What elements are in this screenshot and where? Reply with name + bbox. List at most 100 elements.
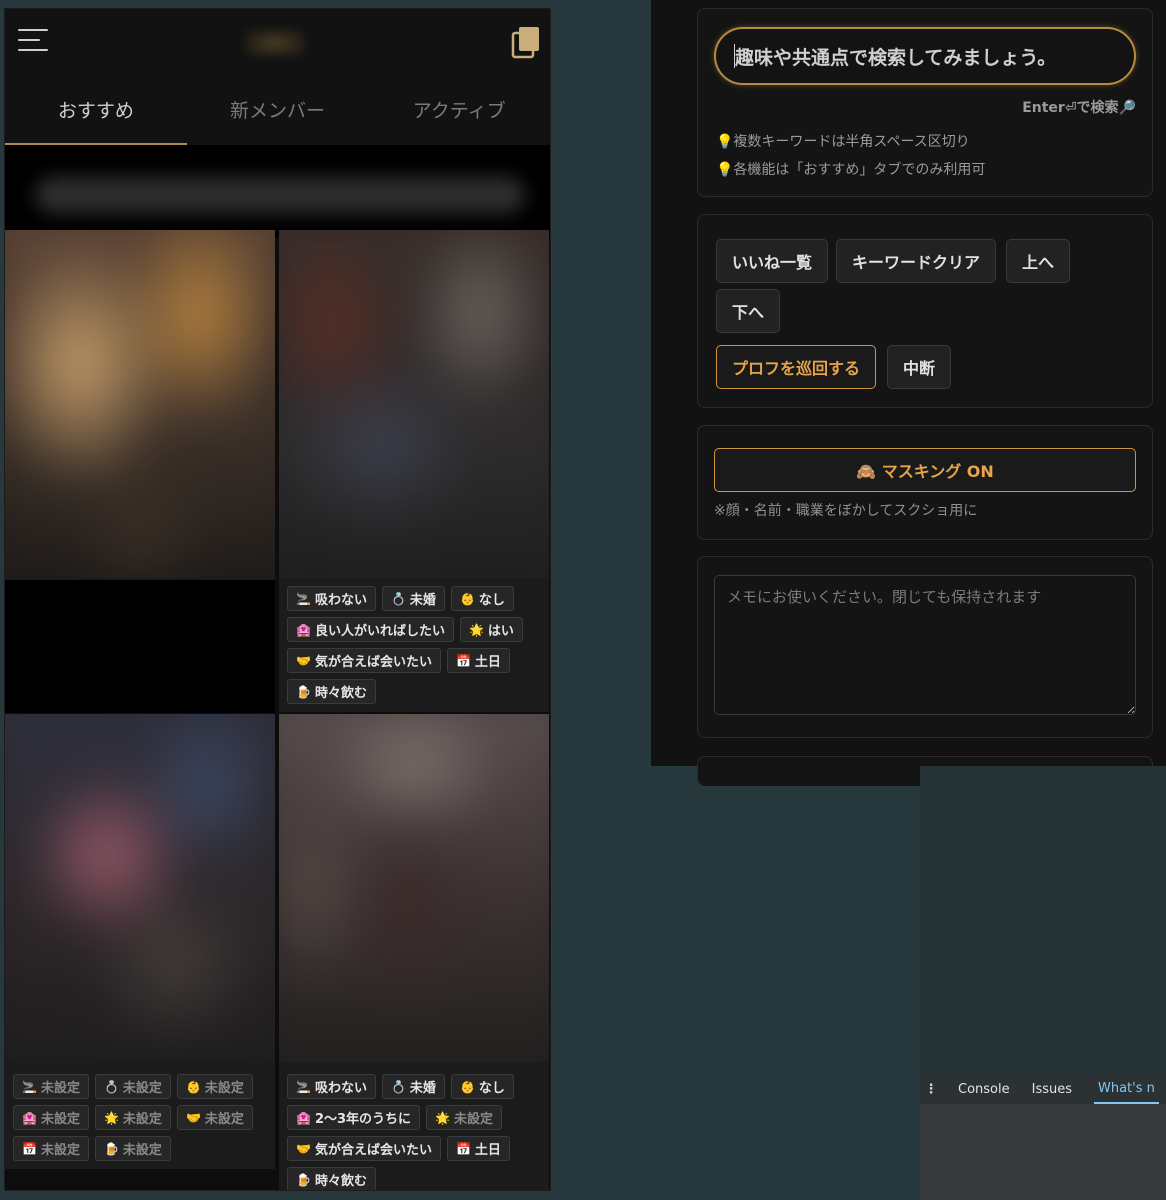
tab-active[interactable]: アクティブ (368, 73, 550, 145)
tag-icon: 🤝 (296, 653, 311, 668)
tag-label: 吸わない (314, 1081, 367, 1096)
tag-label: 時々飲む (314, 686, 367, 701)
likes-list-button[interactable]: いいね一覧 (716, 239, 829, 283)
profile-tag: 📅 未設定 (13, 1136, 89, 1161)
scroll-down-button[interactable]: 下へ (716, 289, 781, 333)
memo-section (697, 556, 1153, 738)
profile-card[interactable]: 🚬 吸わない 💍 未婚 👶 なし 🏩 2〜3年のうちに 🌟 未設定 🤝 気が合えば会いたい 📅 土日 🍺 時々… (279, 714, 549, 1190)
profile-tag: 🏩 未設定 (13, 1105, 89, 1130)
card-tag-list: 🚬 未設定 💍 未設定 👶 未設定 🏩 未設定 🌟 未設定 🤝 未設定 📅 未設定 🍺 未設定 (13, 1074, 271, 1161)
tag-icon: 🏩 (22, 1110, 37, 1125)
card-empty-area (5, 580, 275, 713)
devtools-tab-bar: ⋮ Console Issues What's n (920, 1074, 1166, 1104)
tag-icon: 🚬 (296, 591, 311, 606)
tag-icon: 📅 (22, 1141, 37, 1156)
profile-photo (5, 230, 275, 578)
profile-tag: 🤝 気が合えば会いたい (287, 648, 441, 673)
tag-label: 気が合えば会いたい (314, 655, 432, 670)
tip-keywords: 💡複数キーワードは半角スペース区切り (716, 134, 970, 150)
tag-icon: 🍺 (103, 1141, 119, 1156)
profile-tag: 👶 未設定 (176, 1074, 253, 1099)
profile-tag: 💍 未婚 (381, 586, 445, 611)
enter-search-hint: Enter⏎で検索🔎 (1022, 100, 1136, 116)
hamburger-menu-icon[interactable] (18, 29, 50, 53)
app-window: おすすめ 新メンバー アクティブ 🚬 吸わない 💍 未婚 👶 なし 🏩 良い人がいればしたい 🌟… (4, 8, 551, 1191)
scroll-up-button[interactable]: 上へ (1006, 239, 1071, 283)
tag-label: 未設定 (122, 1112, 162, 1127)
keyword-search-input[interactable]: 趣味や共通点で検索してみましょう。 (714, 27, 1136, 85)
profile-tag: 💍 未婚 (381, 1074, 445, 1099)
tag-label: 2〜3年のうちに (314, 1112, 412, 1127)
tag-label: 未婚 (409, 593, 436, 608)
profile-tag: 🌟 はい (459, 617, 523, 642)
tag-label: 未設定 (454, 1112, 494, 1127)
tag-label: 土日 (474, 1143, 501, 1158)
tag-icon: 👶 (185, 1079, 201, 1094)
tag-icon: 📅 (455, 653, 471, 668)
tag-icon: 🍺 (296, 684, 311, 699)
profile-tag: 📅 土日 (446, 1136, 510, 1161)
tag-label: はい (487, 624, 514, 639)
profile-tag: 🚬 吸わない (287, 586, 376, 611)
profile-photo (279, 714, 549, 1062)
tag-label: 未設定 (40, 1112, 80, 1127)
tab-bar: おすすめ 新メンバー アクティブ (5, 73, 550, 145)
devtools-tab-issues[interactable]: Issues (1032, 1082, 1072, 1097)
tab-recommended[interactable]: おすすめ (5, 73, 187, 145)
patrol-profiles-button[interactable]: プロフを巡回する (716, 345, 877, 389)
controls-section: いいね一覧 キーワードクリア 上へ 下へ プロフを巡回する 中断 (697, 214, 1153, 408)
tag-icon: 💍 (103, 1079, 119, 1094)
profile-tag: 🌟 未設定 (426, 1105, 503, 1130)
devtools-panel (920, 1104, 1166, 1200)
devtools-menu-icon[interactable]: ⋮ (920, 1082, 942, 1097)
profile-tag: 🏩 良い人がいればしたい (287, 617, 454, 642)
masking-section: 🙈 マスキング ON ※顔・名前・職業をぼかしてスクショ用に (697, 425, 1153, 540)
card-tag-list: 🚬 吸わない 💍 未婚 👶 なし 🏩 良い人がいればしたい 🌟 はい 🤝 気が合えば会いたい 📅 土日 🍺 時… (287, 586, 545, 704)
profile-tag: 🚬 未設定 (13, 1074, 89, 1099)
profile-photo (5, 714, 275, 1062)
copy-icon[interactable] (510, 25, 542, 61)
tag-label: 吸わない (314, 593, 367, 608)
profile-tag: 🏩 2〜3年のうちに (287, 1105, 421, 1130)
profile-tag: 🤝 気が合えば会いたい (287, 1136, 441, 1161)
profile-card[interactable]: 🚬 吸わない 💍 未婚 👶 なし 🏩 良い人がいればしたい 🌟 はい 🤝 気が合えば会いたい 📅 土日 🍺 時… (279, 230, 549, 712)
tag-icon: 🌟 (435, 1110, 450, 1125)
tag-icon: 🤝 (185, 1110, 201, 1125)
profile-tag: 👶 なし (450, 586, 514, 611)
memo-textarea[interactable] (714, 575, 1136, 715)
tag-icon: 📅 (455, 1141, 471, 1156)
profile-tag: 👶 なし (450, 1074, 514, 1099)
tag-label: 未設定 (40, 1143, 80, 1158)
tag-icon: 👶 (459, 1079, 475, 1094)
tag-icon: 🍺 (296, 1172, 311, 1187)
tag-label: 土日 (474, 655, 501, 670)
stop-button[interactable]: 中断 (887, 345, 952, 389)
tag-icon: 🌟 (103, 1110, 119, 1125)
devtools-tab-console[interactable]: Console (958, 1082, 1010, 1097)
tip-tab-only: 💡各機能は「おすすめ」タブでのみ利用可 (716, 162, 986, 178)
profile-tag: 🌟 未設定 (94, 1105, 171, 1130)
devtools-tab-whats-new[interactable]: What's n (1094, 1074, 1159, 1104)
tab-new-members[interactable]: 新メンバー (187, 73, 369, 145)
masking-note: ※顔・名前・職業をぼかしてスクショ用に (714, 503, 978, 519)
banner (5, 145, 550, 238)
profile-card[interactable] (5, 230, 275, 580)
tag-label: 未設定 (204, 1081, 244, 1096)
profile-tag: 🍺 未設定 (94, 1136, 171, 1161)
tag-label: 未設定 (204, 1112, 244, 1127)
app-header (5, 9, 550, 73)
profile-tag: 🤝 未設定 (176, 1105, 253, 1130)
profile-card[interactable]: 🚬 未設定 💍 未設定 👶 未設定 🏩 未設定 🌟 未設定 🤝 未設定 📅 未設定 🍺 未設定 (5, 714, 275, 1169)
tag-icon: 🏩 (296, 622, 311, 637)
masking-toggle-button[interactable]: 🙈 マスキング ON (714, 448, 1136, 492)
keyword-clear-button[interactable]: キーワードクリア (836, 239, 997, 283)
tag-label: 気が合えば会いたい (314, 1143, 432, 1158)
extension-panel: 趣味や共通点で検索してみましょう。 Enter⏎で検索🔎 💡複数キーワードは半角… (651, 0, 1166, 786)
profile-tag: 🍺 時々飲む (287, 1167, 376, 1190)
tag-label: なし (478, 1081, 505, 1096)
profile-tag: 🍺 時々飲む (287, 679, 376, 704)
profile-tag: 💍 未設定 (94, 1074, 171, 1099)
tag-label: 未設定 (40, 1081, 80, 1096)
tag-label: なし (478, 593, 505, 608)
tag-label: 未設定 (122, 1143, 162, 1158)
